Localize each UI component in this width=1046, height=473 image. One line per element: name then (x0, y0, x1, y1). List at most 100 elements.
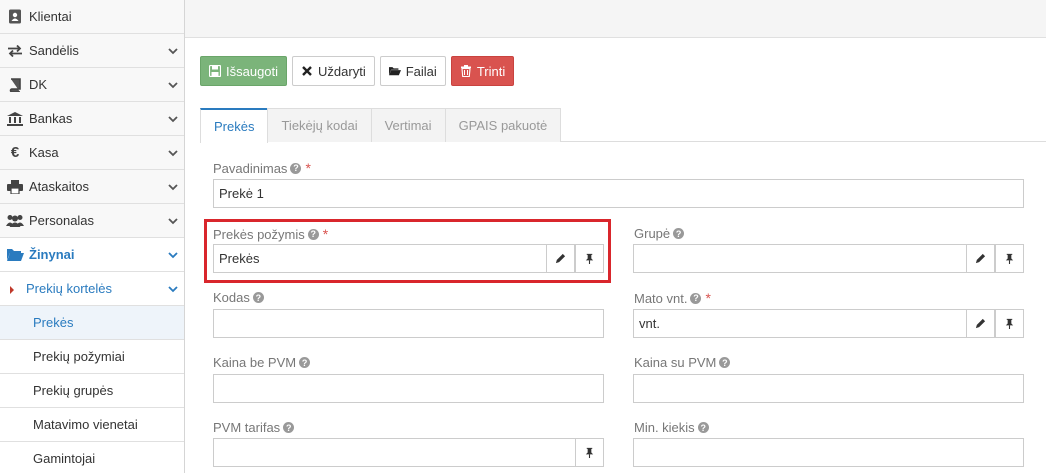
help-icon[interactable]: ? (673, 228, 685, 239)
field-label-text: Min. kiekis (634, 420, 695, 435)
nav-item-sandelis[interactable]: Sandėlis (0, 34, 184, 68)
help-icon[interactable]: ? (690, 292, 702, 304)
nav-item-label: Matavimo vienetai (33, 417, 138, 432)
pozymis-label: Prekės požymis ? * (213, 226, 328, 242)
input-value: vnt. (639, 316, 660, 331)
nav-item-ataskaitos[interactable]: Ataskaitos (0, 170, 184, 204)
nav-item-label: Sandėlis (29, 43, 79, 58)
input-value: Prekės (219, 251, 260, 266)
pin-button[interactable] (995, 244, 1024, 273)
help-icon[interactable]: ? (290, 162, 302, 174)
nav-item-label: Prekės (33, 315, 74, 330)
kodas-input[interactable] (213, 309, 604, 338)
pavadinimas-input[interactable]: Prekė 1 (213, 179, 1024, 208)
nav-item-label: Prekių kortelės (26, 281, 112, 296)
floppy-icon (209, 65, 221, 77)
kaina-be-input[interactable] (213, 374, 604, 403)
trash-icon (460, 65, 471, 77)
field-label-text: Mato vnt. (634, 290, 688, 306)
help-icon[interactable]: ? (252, 292, 264, 303)
tab-prekes[interactable]: Prekės (200, 108, 269, 143)
nav-item-matavimo-vienetai[interactable]: Matavimo vienetai (0, 408, 184, 442)
field-label-text: Kaina su PVM (634, 355, 717, 370)
pin-icon (585, 447, 594, 458)
edit-button[interactable] (546, 244, 575, 273)
close-button[interactable]: Uždaryti (292, 56, 375, 86)
delete-button[interactable]: Trinti (450, 56, 515, 86)
save-button[interactable]: Išsaugoti (200, 56, 288, 86)
nav-item-label: Bankas (29, 111, 73, 126)
pvm-label: PVM tarifas ? (213, 420, 295, 435)
pencil-icon (975, 253, 986, 264)
nav-item-label: Prekių požymiai (33, 349, 125, 364)
folder-open-icon (4, 245, 26, 265)
exchange-icon (4, 41, 26, 61)
field-label-text: Kaina be PVM (213, 355, 297, 370)
pavadinimas-label: Pavadinimas ? * (213, 160, 311, 176)
print-icon (4, 177, 26, 197)
address-book-icon (4, 7, 26, 27)
nav-item-prekiu-grupes[interactable]: Prekių grupės (0, 374, 184, 408)
grupe-input[interactable] (633, 244, 1024, 273)
pin-button[interactable] (995, 309, 1024, 338)
help-icon[interactable]: ? (719, 357, 731, 368)
help-icon[interactable]: ? (307, 228, 319, 240)
field-label-text: Pavadinimas (213, 160, 288, 176)
close-label: Uždaryti (318, 63, 366, 79)
tab-tiekeju-kodai[interactable]: Tiekėjų kodai (267, 108, 372, 142)
bank-icon (4, 109, 26, 129)
nav-item-label: Ataskaitos (29, 179, 89, 194)
top-bar (185, 0, 1046, 38)
field-label-text: PVM tarifas (213, 420, 281, 435)
kaina-su-input[interactable] (633, 374, 1024, 403)
min-kiekis-input[interactable] (633, 438, 1024, 467)
pozymis-input[interactable]: Prekės (213, 244, 604, 273)
nav-item-dk[interactable]: DK (0, 68, 184, 102)
files-button[interactable]: Failai (379, 56, 446, 86)
nav-item-zinynai[interactable]: Žinynai (0, 238, 184, 272)
pin-button[interactable] (575, 244, 604, 273)
nav-item-klientai[interactable]: Klientai (0, 0, 184, 34)
pin-button[interactable] (575, 438, 604, 467)
help-icon[interactable]: ? (697, 422, 709, 433)
delete-label: Trinti (476, 63, 506, 79)
nav-item-kasa[interactable]: € Kasa (0, 136, 184, 170)
help-icon[interactable]: ? (283, 422, 295, 433)
nav-item-label: Prekių grupės (33, 383, 114, 398)
min-kiekis-label: Min. kiekis ? (634, 420, 709, 435)
kaina-be-label: Kaina be PVM ? (213, 355, 311, 370)
edit-button[interactable] (966, 309, 995, 338)
close-icon (302, 66, 312, 76)
tab-gpais-pakuote[interactable]: GPAIS pakuotė (444, 108, 562, 142)
pin-icon (585, 253, 594, 264)
nav-item-prekiu-pozymiai[interactable]: Prekių požymiai (0, 340, 184, 374)
chevron-down-icon (168, 116, 178, 123)
edit-button[interactable] (966, 244, 995, 273)
nav-item-bankas[interactable]: Bankas (0, 102, 184, 136)
nav-item-label: Klientai (29, 9, 72, 24)
chevron-down-icon (168, 252, 178, 259)
field-label-text: Prekės požymis (213, 226, 305, 242)
files-label: Failai (405, 63, 437, 79)
nav-item-label: Personalas (29, 213, 95, 228)
tab-vertimai[interactable]: Vertimai (370, 108, 446, 142)
chevron-down-icon (168, 48, 178, 55)
nav-item-prekiu-korteles[interactable]: Prekių kortelės (0, 272, 184, 306)
required-marker: * (322, 226, 329, 242)
euro-icon: € (10, 144, 20, 161)
pvm-input[interactable] (213, 438, 604, 467)
nav-item-gamintojai[interactable]: Gamintojai (0, 442, 184, 473)
field-label-text: Grupė (634, 226, 671, 241)
nav-item-label: DK (29, 77, 48, 92)
toolbar: Išsaugoti Uždaryti Failai Trinti (200, 56, 515, 86)
nav-item-personalas[interactable]: Personalas (0, 204, 184, 238)
folder-open-icon (388, 67, 401, 76)
pencil-icon (555, 253, 566, 264)
nav-item-prekes[interactable]: Prekės (0, 306, 184, 340)
pencil-icon (975, 318, 986, 329)
help-icon[interactable]: ? (299, 357, 311, 368)
chevron-down-icon (168, 82, 178, 89)
save-label: Išsaugoti (226, 63, 279, 79)
mato-input[interactable]: vnt. (633, 309, 1024, 338)
mato-label: Mato vnt. ? * (634, 290, 711, 306)
